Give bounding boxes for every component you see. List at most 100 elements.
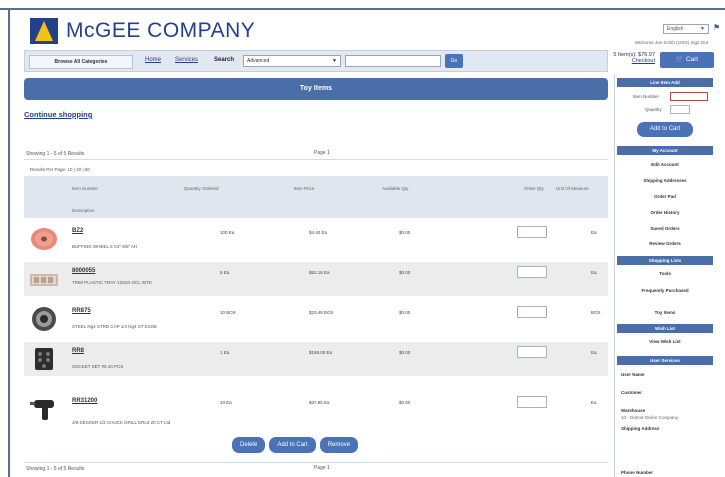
- remove-button[interactable]: Remove: [319, 437, 359, 453]
- warehouse-label: Warehouse: [621, 408, 646, 413]
- item-available: $0.00: [399, 350, 411, 355]
- user-services-header: User Services: [617, 356, 713, 365]
- shopping-list-toy-items[interactable]: Toy Items: [617, 310, 713, 315]
- col-order-qty[interactable]: Order Qty: [524, 186, 544, 191]
- order-qty-input[interactable]: [517, 266, 547, 278]
- table-row: 8000055 TRIM PLASTIC TRAY 12X20 4/CL WTE…: [24, 262, 608, 296]
- col-uom[interactable]: Unit Of Measure: [556, 186, 589, 191]
- search-input[interactable]: [345, 55, 441, 67]
- item-number-link[interactable]: RR31200: [72, 398, 97, 404]
- language-value: English: [667, 26, 684, 32]
- item-quantity: 100 Ea: [220, 230, 235, 235]
- logo-mark-icon: [30, 18, 58, 44]
- order-qty-input[interactable]: [517, 306, 547, 318]
- shopping-list-tools[interactable]: Tools: [617, 271, 713, 276]
- cart-button[interactable]: 🛒 Cart: [660, 52, 714, 68]
- socket-set-icon[interactable]: [28, 346, 60, 372]
- wish-list-header: Wish List: [617, 324, 713, 333]
- language-flag-icon: ⚑: [713, 23, 721, 32]
- company-logo[interactable]: McGEE COMPANY: [30, 18, 255, 44]
- order-qty-input[interactable]: [517, 396, 547, 408]
- table-header: Item Number Description Quantity Ordered…: [24, 176, 608, 218]
- browse-categories-button[interactable]: Browse All Categories: [29, 55, 133, 69]
- item-number-link[interactable]: BZ2: [72, 228, 83, 234]
- quick-add-header: Line Item Add: [617, 78, 713, 87]
- company-name: McGEE COMPANY: [66, 19, 256, 42]
- wire-spool-icon[interactable]: [28, 306, 60, 332]
- continue-shopping-link[interactable]: Continue shopping: [24, 110, 92, 119]
- add-to-cart-button[interactable]: Add to Cart: [269, 437, 316, 453]
- order-history-link[interactable]: Order History: [617, 210, 713, 215]
- cart-label: Cart: [685, 56, 699, 63]
- item-number-link[interactable]: RR8: [72, 348, 84, 354]
- page-number[interactable]: 1: [327, 150, 330, 156]
- services-link[interactable]: Services: [175, 57, 198, 63]
- table-row: BZ2 BUFFING WHEEL 6 X1" 5/8" AH 100 Ea $…: [24, 222, 608, 256]
- search-label: Search: [214, 57, 235, 63]
- item-price: $4.40 Ea: [309, 230, 328, 235]
- saved-orders-link[interactable]: Saved Orders: [617, 226, 713, 231]
- order-pad-link[interactable]: Order Pad: [617, 194, 713, 199]
- col-quantity[interactable]: Quantity Ordered: [184, 186, 219, 191]
- view-wish-list-link[interactable]: View Wish List: [617, 339, 713, 344]
- top-navigation-bar: Browse All Categories Home Services Sear…: [24, 50, 608, 72]
- item-quantity: 10 BOX: [220, 310, 236, 315]
- item-uom: Ea: [591, 230, 597, 235]
- review-orders-link[interactable]: Review Orders: [617, 241, 713, 246]
- search-go-button[interactable]: Go: [445, 54, 463, 68]
- item-number-link[interactable]: 8000055: [72, 268, 95, 274]
- page-indicator: Page 1: [314, 465, 330, 471]
- checkout-link[interactable]: Checkout: [585, 58, 655, 64]
- item-available: $0.00: [399, 270, 411, 275]
- welcome-text: Welcome Joe Smith (1004) Sign Out: [635, 40, 708, 45]
- home-link[interactable]: Home: [145, 57, 161, 63]
- item-uom: Ea: [591, 350, 597, 355]
- chevron-down-icon: ▼: [332, 58, 337, 64]
- item-quantity: 5 Ea: [220, 270, 230, 275]
- item-number-label: Item Number: [633, 94, 660, 99]
- item-available: $0.00: [399, 310, 411, 315]
- item-price: $23.48 BOX: [309, 310, 334, 315]
- warehouse-value: 10 - Detroit Online Company: [621, 415, 679, 420]
- results-count: Showing 1 - 5 of 5 Results: [26, 151, 85, 157]
- edit-account-link[interactable]: Edit Account: [617, 162, 713, 167]
- order-qty-input[interactable]: [517, 226, 547, 238]
- col-item-number[interactable]: Item Number: [72, 186, 98, 191]
- quick-add-item-input[interactable]: [670, 92, 708, 101]
- quick-add-to-cart-button[interactable]: Add to Cart: [637, 122, 693, 137]
- order-qty-input[interactable]: [517, 346, 547, 358]
- cart-summary: 5 Item(s): $76.97 Checkout: [585, 52, 655, 64]
- quick-add-qty-input[interactable]: [670, 105, 690, 114]
- list-actions: Delete Add to Cart Remove: [232, 437, 359, 453]
- item-quantity: 1 Ea: [220, 350, 230, 355]
- language-select[interactable]: English ▼: [663, 24, 709, 34]
- right-sidebar: Line Item Add Item Number Quantity Add t…: [614, 74, 714, 477]
- page-number[interactable]: 1: [327, 465, 330, 471]
- col-description[interactable]: Description: [72, 208, 95, 213]
- item-price: $37.95 Ea: [309, 400, 330, 405]
- col-available[interactable]: Available Qty: [382, 186, 408, 191]
- shopping-list-frequently-purchased[interactable]: Frequently Purchased: [617, 288, 713, 293]
- results-per-page[interactable]: Results Per Page: 10 | 20 | 50: [30, 167, 90, 172]
- delete-button[interactable]: Delete: [232, 437, 266, 453]
- col-price[interactable]: Item Price: [294, 186, 314, 191]
- results-pager-bottom: Showing 1 - 5 of 5 Results Page 1: [24, 462, 608, 474]
- search-scope-select[interactable]: Advanced ▼: [243, 55, 341, 67]
- table-row: RR31200 3/8 DECKER 1/2 CHUCK DRILL ERL8 …: [24, 392, 608, 426]
- table-row: RR8 SOCKET SET #6 20 PCS 1 Ea $169.00 Ea…: [24, 342, 608, 376]
- drill-icon[interactable]: [28, 396, 60, 422]
- item-uom: Ea: [591, 400, 597, 405]
- shipping-addresses-link[interactable]: Shipping Addresses: [617, 178, 713, 183]
- quantity-label: Quantity: [645, 107, 662, 112]
- item-description: BUFFING WHEEL 6 X1" 5/8" AH: [72, 244, 138, 249]
- item-description: TRIM PLASTIC TRAY 12X20 4/CL WTE: [72, 280, 152, 285]
- shipping-address-label: Shipping Address: [621, 426, 660, 431]
- item-number-link[interactable]: RR875: [72, 308, 91, 314]
- buffing-wheel-icon[interactable]: [28, 226, 60, 252]
- item-description: 3/8 DECKER 1/2 CHUCK DRILL ERL8 20 CT Lt…: [72, 420, 171, 425]
- plastic-tray-icon[interactable]: [28, 266, 60, 292]
- cart-icon: 🛒: [675, 56, 684, 63]
- user-name-label: User Name: [621, 372, 645, 377]
- window-top-border: [0, 8, 725, 10]
- item-uom: BOX: [591, 310, 601, 315]
